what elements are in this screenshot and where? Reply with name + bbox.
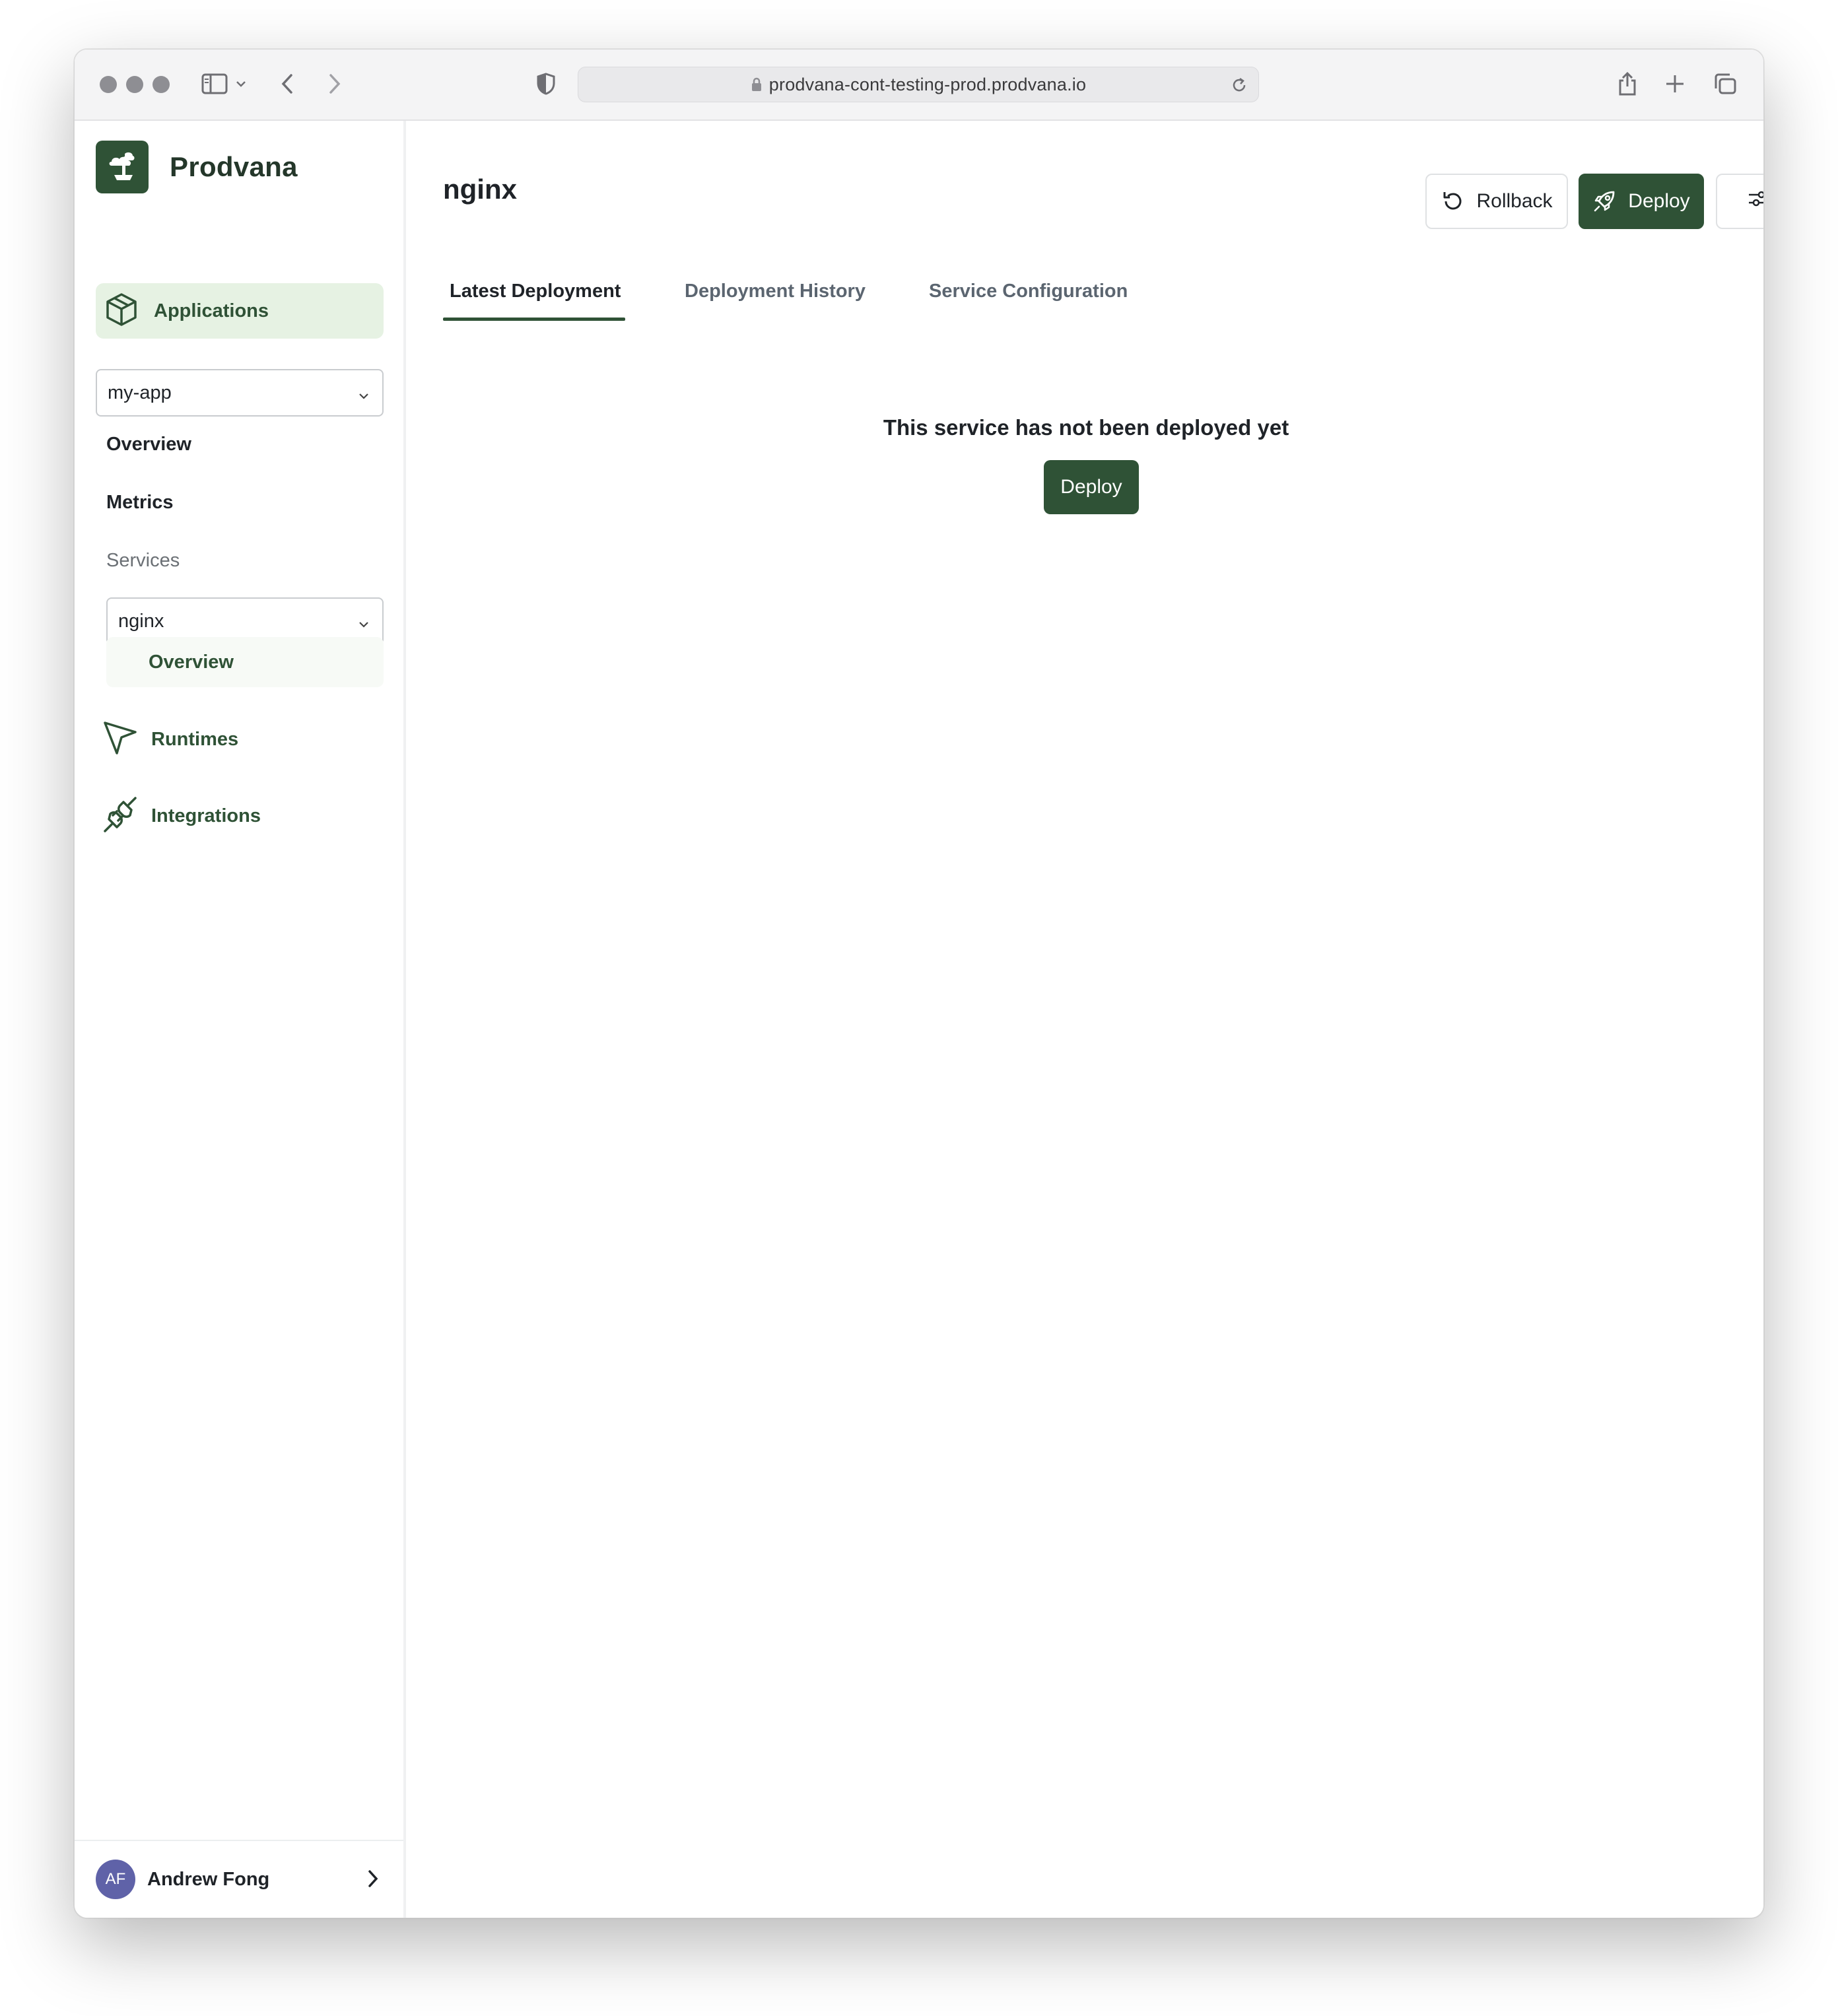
nav-app-overview[interactable]: Overview	[106, 434, 191, 455]
empty-state-deploy-button[interactable]: Deploy	[1044, 460, 1139, 514]
sidebar-toggle-icon[interactable]	[200, 69, 229, 98]
app-select[interactable]: my-app	[96, 369, 384, 417]
settings-button[interactable]	[1716, 174, 1763, 229]
nav-applications[interactable]: Applications	[96, 283, 384, 339]
tab-service-configuration[interactable]: Service Configuration	[929, 281, 1128, 302]
service-select-value: nginx	[118, 610, 164, 632]
chevron-down-icon	[357, 615, 370, 636]
nav-runtimes-label: Runtimes	[151, 729, 239, 750]
url-text: prodvana-cont-testing-prod.prodvana.io	[768, 74, 1087, 94]
tab-latest-deployment[interactable]: Latest Deployment	[450, 281, 621, 302]
nav-app-metrics[interactable]: Metrics	[106, 492, 174, 514]
cursor-arrow-icon	[102, 720, 138, 759]
reload-icon[interactable]	[1228, 74, 1250, 96]
chevron-right-icon	[366, 1869, 380, 1892]
browser-window: prodvana-cont-testing-prod.prodvana.io P…	[74, 49, 1764, 1918]
minimize-window-button[interactable]	[126, 76, 143, 93]
tab-deployment-history[interactable]: Deployment History	[685, 281, 866, 302]
rollback-icon	[1441, 189, 1464, 213]
privacy-shield-icon[interactable]	[531, 69, 561, 98]
nav-integrations[interactable]: Integrations	[102, 795, 261, 837]
page-title: nginx	[443, 174, 517, 205]
plug-icon	[102, 795, 138, 837]
rollback-label: Rollback	[1476, 190, 1553, 212]
user-name: Andrew Fong	[147, 1868, 270, 1890]
brand-name: Prodvana	[170, 151, 298, 182]
lock-icon	[751, 77, 763, 92]
zoom-window-button[interactable]	[153, 76, 170, 93]
sidebar: Prodvana Applications my-app Overview Me…	[75, 121, 406, 1918]
brand[interactable]: Prodvana	[96, 141, 298, 193]
nav-applications-label: Applications	[154, 300, 269, 321]
deploy-button[interactable]: Deploy	[1579, 174, 1704, 229]
deploy-label: Deploy	[1628, 190, 1690, 212]
package-icon	[104, 292, 139, 331]
nav-service-overview[interactable]: Overview	[106, 637, 384, 687]
services-section-label: Services	[106, 550, 180, 571]
active-tab-indicator	[443, 318, 625, 321]
prodvana-logo	[96, 141, 149, 193]
close-window-button[interactable]	[100, 76, 117, 93]
tab-overview-icon[interactable]	[1711, 69, 1740, 98]
avatar: AF	[96, 1860, 135, 1899]
sliders-icon	[1747, 189, 1763, 214]
chevron-down-icon	[357, 386, 370, 408]
share-icon[interactable]	[1613, 69, 1642, 98]
nav-runtimes[interactable]: Runtimes	[102, 720, 238, 759]
chevron-down-icon[interactable]	[233, 69, 249, 98]
app-select-value: my-app	[108, 382, 172, 403]
forward-icon[interactable]	[320, 69, 349, 98]
back-icon[interactable]	[273, 69, 302, 98]
empty-state-message: This service has not been deployed yet	[883, 415, 1289, 440]
main-content: nginx Rollback Deploy Latest Deployment …	[409, 121, 1763, 1918]
browser-toolbar: prodvana-cont-testing-prod.prodvana.io	[75, 50, 1763, 121]
nav-integrations-label: Integrations	[151, 805, 261, 826]
user-menu[interactable]: AF Andrew Fong	[75, 1840, 403, 1918]
rollback-button[interactable]: Rollback	[1425, 174, 1568, 229]
rocket-icon	[1592, 189, 1616, 213]
address-bar[interactable]: prodvana-cont-testing-prod.prodvana.io	[578, 67, 1259, 102]
new-tab-icon[interactable]	[1660, 69, 1689, 98]
